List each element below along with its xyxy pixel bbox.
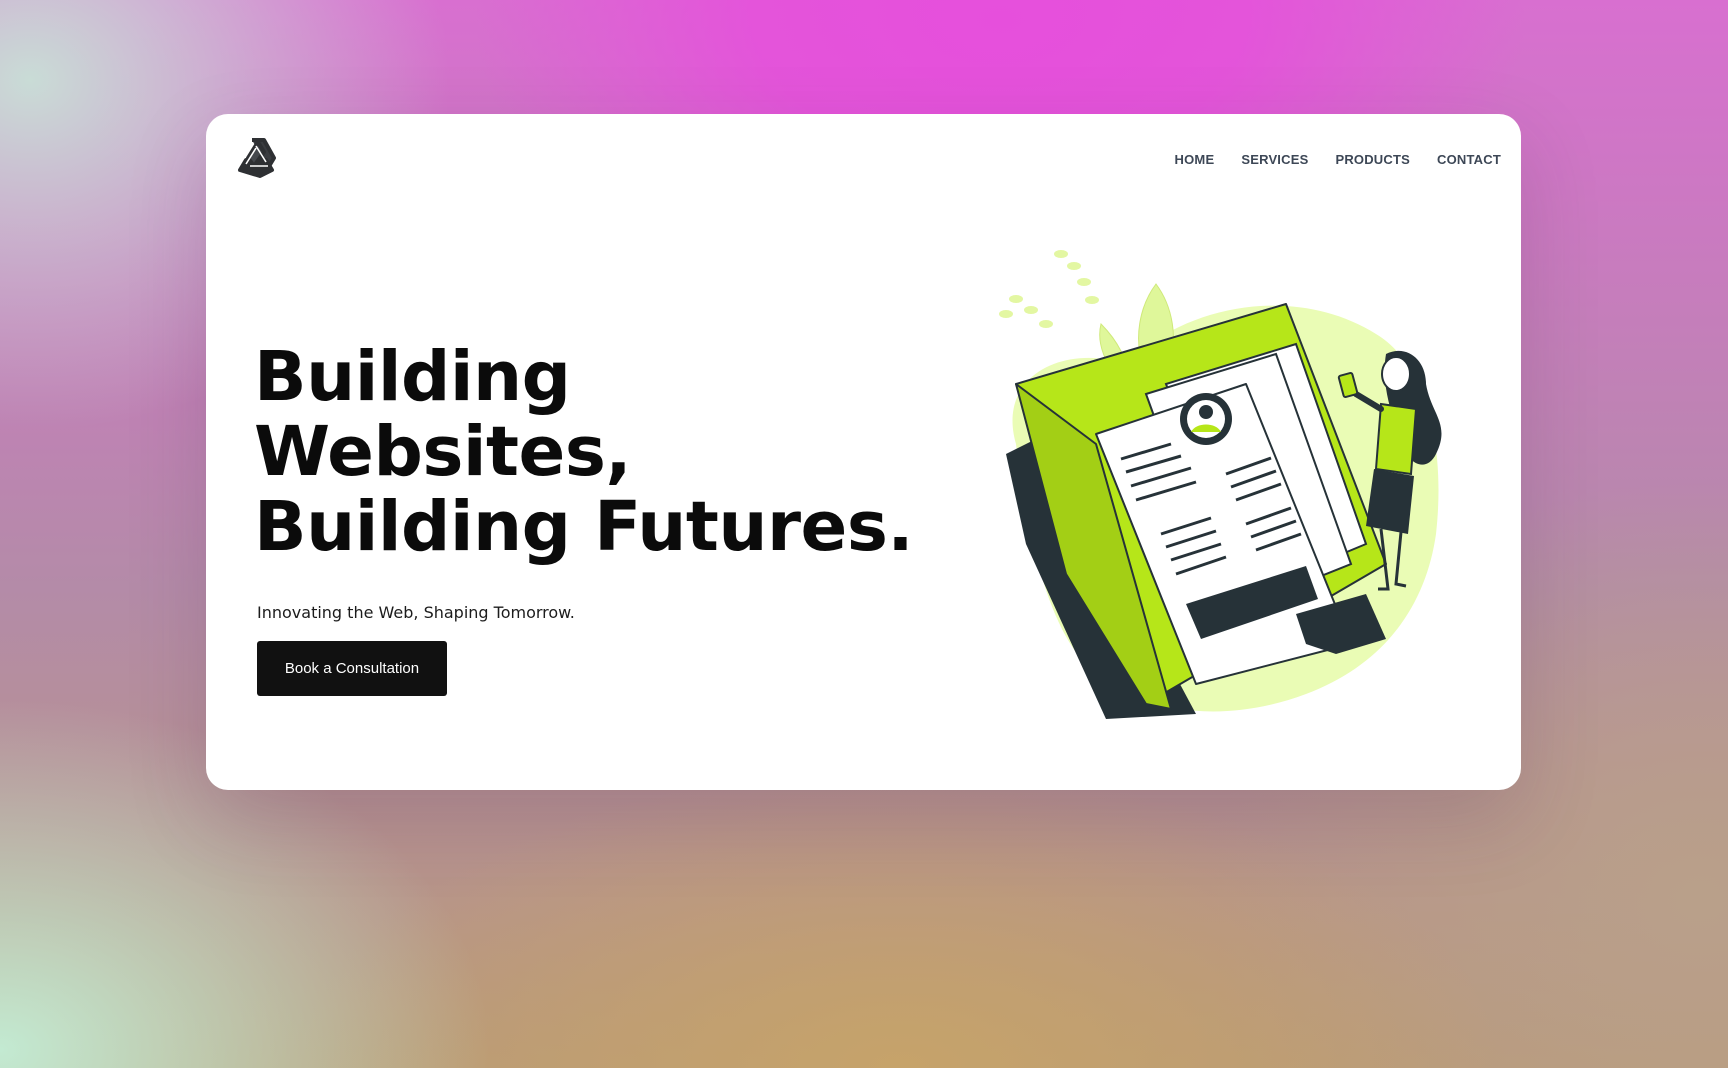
headline-line-2: Websites,: [254, 412, 632, 492]
document-folder-illustration-icon: [999, 250, 1442, 719]
nav-contact-link[interactable]: CONTACT: [1437, 152, 1501, 167]
triangle-knot-logo-icon: [238, 138, 276, 178]
book-consultation-button[interactable]: Book a Consultation: [257, 641, 447, 696]
nav-products-link[interactable]: PRODUCTS: [1335, 152, 1410, 167]
nav-home-link[interactable]: HOME: [1175, 152, 1215, 167]
hero-headline: Building Websites, Building Futures.: [254, 337, 914, 567]
hero-subtitle: Innovating the Web, Shaping Tomorrow.: [257, 603, 575, 622]
nav-services-link[interactable]: SERVICES: [1241, 152, 1308, 167]
headline-line-1: Building: [254, 337, 571, 417]
landing-page-card: HOME SERVICES PRODUCTS CONTACT Building …: [206, 114, 1521, 790]
headline-line-3: Building Futures.: [254, 487, 914, 567]
main-nav: HOME SERVICES PRODUCTS CONTACT: [1175, 152, 1501, 167]
